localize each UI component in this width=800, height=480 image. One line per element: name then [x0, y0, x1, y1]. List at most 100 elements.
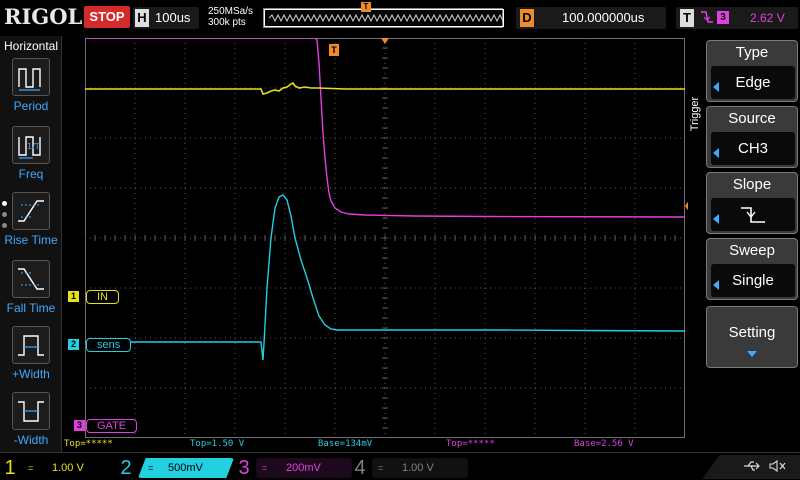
- waveform-traces: [85, 38, 685, 361]
- measure-period-label: Period: [13, 99, 49, 113]
- measure-menu-panel: Horizontal Period 1/T Freq Rise Time Fal…: [0, 36, 62, 452]
- ch2-sens-trace: [85, 194, 685, 361]
- down-arrow-icon: [747, 351, 757, 357]
- trigger-position-marker[interactable]: T: [329, 44, 339, 56]
- memory-overview: T: [263, 2, 504, 28]
- trigger-sweep-header: Sweep: [729, 242, 775, 259]
- run-stop-status[interactable]: STOP: [84, 6, 130, 28]
- ch3-scale: 200mV: [286, 462, 321, 474]
- ch2-top-measurement: Top=1.50 V: [190, 439, 245, 449]
- rise-time-icon: [12, 192, 50, 230]
- waveform-display[interactable]: T: [85, 38, 685, 438]
- measurement-readouts: Top=***** Top=1.50 V Base=134mV Top=****…: [62, 438, 702, 450]
- ch2-number: 2: [120, 457, 132, 479]
- memory-depth: 300k pts: [208, 17, 246, 28]
- trigger-slope-value: [711, 198, 795, 231]
- trigger-sweep-value: Single: [711, 264, 795, 297]
- delay-value: 100.000000us: [562, 10, 645, 25]
- ch1-in-trace: [85, 81, 685, 95]
- top-status-bar: RIGOL STOP H 100us 250MSa/s 300k pts T D…: [0, 0, 800, 36]
- ch4-coupling: =: [378, 463, 384, 473]
- trigger-level-value: 2.62 V: [750, 11, 785, 25]
- period-icon: [12, 58, 50, 96]
- horizontal-label: H: [135, 9, 149, 27]
- ch4-number: 4: [354, 457, 366, 479]
- left-arrow-icon: [713, 148, 719, 158]
- measure-neg-width-button[interactable]: -Width: [0, 392, 62, 458]
- ch2-scale-box: = 500mV: [138, 458, 234, 478]
- system-icons: [702, 455, 800, 479]
- trigger-menu-panel: Trigger Type Edge Source CH3 Slope Sweep…: [688, 36, 800, 452]
- neg-width-icon: [12, 392, 50, 430]
- timebase-box[interactable]: H 100us: [133, 7, 199, 29]
- ch3-number: 3: [238, 457, 250, 479]
- ch1-label: IN: [86, 290, 119, 304]
- left-arrow-icon: [713, 82, 719, 92]
- trigger-menu-title: Trigger: [689, 96, 701, 132]
- measure-freq-button[interactable]: 1/T Freq: [0, 126, 62, 192]
- fall-time-icon: [12, 260, 50, 298]
- trigger-summary-box[interactable]: T 3 2.62 V: [676, 7, 798, 29]
- ch3-top-measurement: Top=*****: [446, 439, 495, 449]
- trigger-setting-button[interactable]: Setting: [706, 306, 798, 368]
- delay-marker: [381, 38, 389, 44]
- memory-view-window: [264, 9, 504, 27]
- trigger-label: T: [680, 9, 694, 27]
- measure-fall-time-label: Fall Time: [6, 301, 56, 315]
- trigger-type-button[interactable]: Type Edge: [706, 40, 798, 102]
- ch3-base-measurement: Base=2.56 V: [574, 439, 634, 449]
- ch2-coupling: =: [148, 463, 154, 473]
- left-arrow-icon: [713, 280, 719, 290]
- measure-rise-time-button[interactable]: Rise Time: [0, 192, 62, 258]
- mute-icon[interactable]: [768, 458, 788, 477]
- svg-text:1/T: 1/T: [27, 142, 40, 151]
- falling-edge-icon: [741, 207, 765, 223]
- measure-period-button[interactable]: Period: [0, 58, 62, 124]
- trigger-source-button[interactable]: Source CH3: [706, 106, 798, 168]
- trigger-type-header: Type: [735, 44, 769, 61]
- ch3-scale-box: = 200mV: [256, 458, 352, 478]
- trigger-sweep-button[interactable]: Sweep Single: [706, 238, 798, 300]
- left-arrow-icon: [713, 214, 719, 224]
- measure-neg-width-label: -Width: [13, 433, 49, 447]
- ch2-label: sens: [86, 338, 132, 352]
- measure-menu-title: Horizontal: [3, 39, 59, 53]
- ch4-scale-box: = 1.00 V: [372, 458, 468, 478]
- brand-logo: RIGOL: [4, 4, 83, 29]
- trigger-channel-badge: 3: [717, 11, 729, 24]
- ch1-coupling: =: [28, 463, 34, 473]
- memory-trigger-marker: T: [361, 2, 371, 12]
- ch3-marker-num: 3: [74, 420, 85, 431]
- acquisition-info: 250MSa/s 300k pts: [208, 6, 253, 28]
- measure-rise-time-label: Rise Time: [4, 233, 58, 247]
- delay-box[interactable]: D 100.000000us: [516, 7, 666, 29]
- trigger-slope-button[interactable]: Slope: [706, 172, 798, 234]
- timebase-value: 100us: [155, 10, 191, 25]
- ch1-number: 1: [4, 457, 16, 479]
- trigger-source-value: CH3: [711, 132, 795, 165]
- ch2-base-measurement: Base=134mV: [318, 439, 373, 449]
- measure-pos-width-label: +Width: [12, 367, 50, 381]
- trigger-menu-title-box: Trigger: [688, 90, 702, 140]
- freq-icon: 1/T: [12, 126, 50, 164]
- usb-icon: [742, 458, 762, 477]
- ch4-scale: 1.00 V: [402, 462, 434, 474]
- ch2-scale: 500mV: [168, 462, 203, 474]
- ch1-top-measurement: Top=*****: [64, 439, 113, 449]
- ch1-marker-num: 1: [68, 291, 79, 302]
- trigger-setting-header: Setting: [728, 324, 776, 341]
- pos-width-icon: [12, 326, 50, 364]
- delay-label: D: [520, 9, 534, 27]
- ch1-scale: 1.00 V: [52, 462, 84, 474]
- falling-edge-icon: [700, 9, 714, 28]
- trigger-type-value: Edge: [711, 66, 795, 99]
- ch3-gate-trace: [85, 38, 685, 218]
- channel-status-bar: 1 = 1.00 V 2 = 500mV 3 = 200mV 4 = 1.00 …: [0, 452, 800, 480]
- measure-freq-label: Freq: [18, 167, 44, 181]
- trigger-slope-header: Slope: [732, 176, 772, 193]
- ch3-coupling: =: [262, 463, 268, 473]
- measure-pos-width-button[interactable]: +Width: [0, 326, 62, 392]
- sample-rate: 250MSa/s: [208, 6, 254, 17]
- trigger-source-header: Source: [728, 110, 776, 127]
- measure-fall-time-button[interactable]: Fall Time: [0, 260, 62, 326]
